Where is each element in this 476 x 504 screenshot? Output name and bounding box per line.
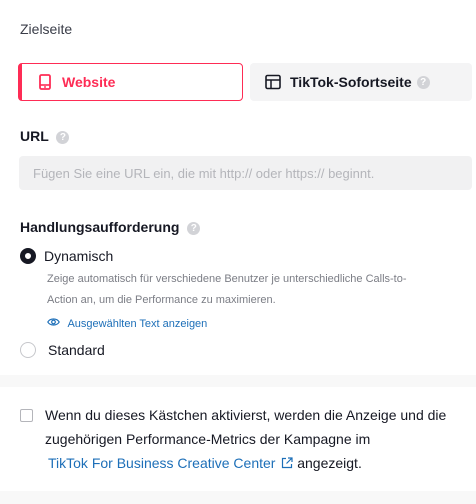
consent-line: TikTok For Business Creative Center ange…	[45, 451, 465, 476]
consent-text: Wenn du dieses Kästchen aktivierst, werd…	[45, 403, 465, 476]
url-label: URL ?	[20, 128, 70, 144]
show-selected-text-link[interactable]: Ausgewählten Text anzeigen	[47, 314, 207, 332]
creative-center-link-text: TikTok For Business Creative Center	[48, 455, 276, 471]
url-input[interactable]	[19, 156, 472, 190]
cta-label-text: Handlungsaufforderung	[20, 219, 180, 235]
consent-suffix: angezeigt.	[297, 455, 362, 471]
destination-section-title: Zielseite	[20, 21, 73, 37]
help-icon[interactable]: ?	[187, 221, 201, 235]
cta-dynamic-radio[interactable]	[20, 248, 36, 264]
destination-option-tiktok-instant-page[interactable]: TikTok-Sofortseite ?	[250, 63, 472, 101]
cta-description-line: Zeige automatisch für verschiedene Benut…	[47, 273, 407, 285]
creative-center-link[interactable]: TikTok For Business Creative Center	[48, 455, 297, 471]
destination-option-label: TikTok-Sofortseite	[290, 74, 412, 90]
section-divider	[0, 375, 476, 387]
consent-line: zugehörigen Performance-Metrics der Kamp…	[45, 431, 371, 447]
cta-standard-radio[interactable]	[20, 342, 36, 358]
creative-center-checkbox[interactable]	[20, 409, 33, 422]
cta-dynamic-label[interactable]: Dynamisch	[44, 248, 113, 264]
url-label-text: URL	[20, 128, 49, 144]
mobile-icon	[36, 73, 54, 91]
eye-icon	[47, 314, 60, 332]
destination-option-website[interactable]: Website	[18, 63, 243, 101]
consent-line: Wenn du dieses Kästchen aktivierst, werd…	[45, 407, 447, 423]
cta-description-line: Action an, um die Performance zu maximie…	[47, 294, 276, 306]
cta-standard-label[interactable]: Standard	[48, 342, 105, 358]
page-layout-icon	[264, 73, 282, 91]
cta-dynamic-description: Zeige automatisch für verschiedene Benut…	[47, 269, 407, 311]
destination-option-label: Website	[62, 74, 116, 90]
bottom-divider	[0, 491, 476, 504]
show-selected-text-label: Ausgewählten Text anzeigen	[67, 318, 208, 331]
cta-label: Handlungsaufforderung ?	[20, 219, 201, 235]
help-icon[interactable]: ?	[56, 130, 70, 144]
help-icon[interactable]: ?	[416, 75, 430, 89]
external-link-icon	[281, 452, 293, 476]
